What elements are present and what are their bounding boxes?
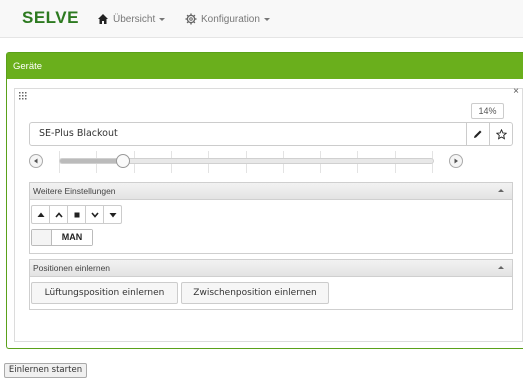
manual-mode-toggle[interactable]: MAN <box>31 229 93 246</box>
chevron-down-icon <box>263 17 270 21</box>
chevron-up-icon <box>498 189 504 192</box>
panel-title: Geräte <box>7 53 523 79</box>
stop-icon <box>74 212 79 217</box>
drag-handle-icon[interactable] <box>19 92 28 101</box>
chevron-down-icon <box>159 17 166 21</box>
learn-section-body: Lüftungsposition einlernen Zwischenposit… <box>29 277 513 310</box>
chevron-down-icon <box>90 211 99 218</box>
device-card: × 14% SE-Plus Blackout Weitere Einstellu… <box>14 86 523 342</box>
learn-intermediate-position-button[interactable]: Zwischenposition einlernen <box>181 282 329 304</box>
device-name-field[interactable]: SE-Plus Blackout <box>29 122 467 146</box>
toggle-on-label: MAN <box>52 230 92 245</box>
edit-name-button[interactable] <box>466 122 490 146</box>
slider-fill <box>60 159 123 163</box>
star-icon <box>495 128 507 140</box>
caret-right-icon <box>454 158 458 164</box>
position-slider[interactable] <box>29 150 513 178</box>
triangle-up-icon <box>37 212 44 217</box>
slider-track[interactable] <box>59 154 434 168</box>
triangle-down-icon <box>109 212 116 217</box>
settings-section-body: MAN <box>29 200 513 254</box>
learn-ventilation-position-button[interactable]: Lüftungsposition einlernen <box>31 282 178 304</box>
learn-section-header[interactable]: Positionen einlernen <box>29 259 513 277</box>
favorite-button[interactable] <box>489 122 513 146</box>
brand-logo[interactable]: SELVE <box>22 8 79 28</box>
nav-configuration-dropdown[interactable]: Konfiguration <box>185 12 270 26</box>
move-down-button[interactable] <box>85 205 104 224</box>
caret-left-icon <box>34 158 38 164</box>
position-percent: 14% <box>471 103 504 119</box>
close-icon[interactable]: × <box>513 86 519 97</box>
stop-button[interactable] <box>67 205 86 224</box>
slider-left-button[interactable] <box>29 154 43 168</box>
move-up-full-button[interactable] <box>31 205 50 224</box>
settings-section-title: Weitere Einstellungen <box>33 186 116 196</box>
move-down-full-button[interactable] <box>103 205 122 224</box>
slider-handle[interactable] <box>116 154 130 168</box>
gear-icon <box>185 13 197 25</box>
device-name-group: SE-Plus Blackout <box>29 122 513 146</box>
nav-overview-dropdown[interactable]: Übersicht <box>97 12 166 26</box>
home-icon <box>98 14 108 24</box>
move-up-button[interactable] <box>49 205 68 224</box>
chevron-up-icon <box>54 211 63 218</box>
slider-right-button[interactable] <box>449 154 463 168</box>
start-learning-button[interactable]: Einlernen starten <box>4 363 87 378</box>
chevron-up-icon <box>498 266 504 269</box>
settings-section-header[interactable]: Weitere Einstellungen <box>29 182 513 200</box>
pencil-icon <box>474 130 482 138</box>
devices-panel: Geräte × 14% SE-Plus Blackout Weitere Ei… <box>6 52 523 349</box>
nav-configuration-label: Konfiguration <box>201 13 260 25</box>
top-navbar: SELVE Übersicht Konfiguration <box>0 0 523 38</box>
motor-control-group <box>31 205 122 224</box>
toggle-off-side <box>32 230 52 245</box>
learn-section-title: Positionen einlernen <box>33 263 111 273</box>
nav-overview-label: Übersicht <box>113 13 156 25</box>
